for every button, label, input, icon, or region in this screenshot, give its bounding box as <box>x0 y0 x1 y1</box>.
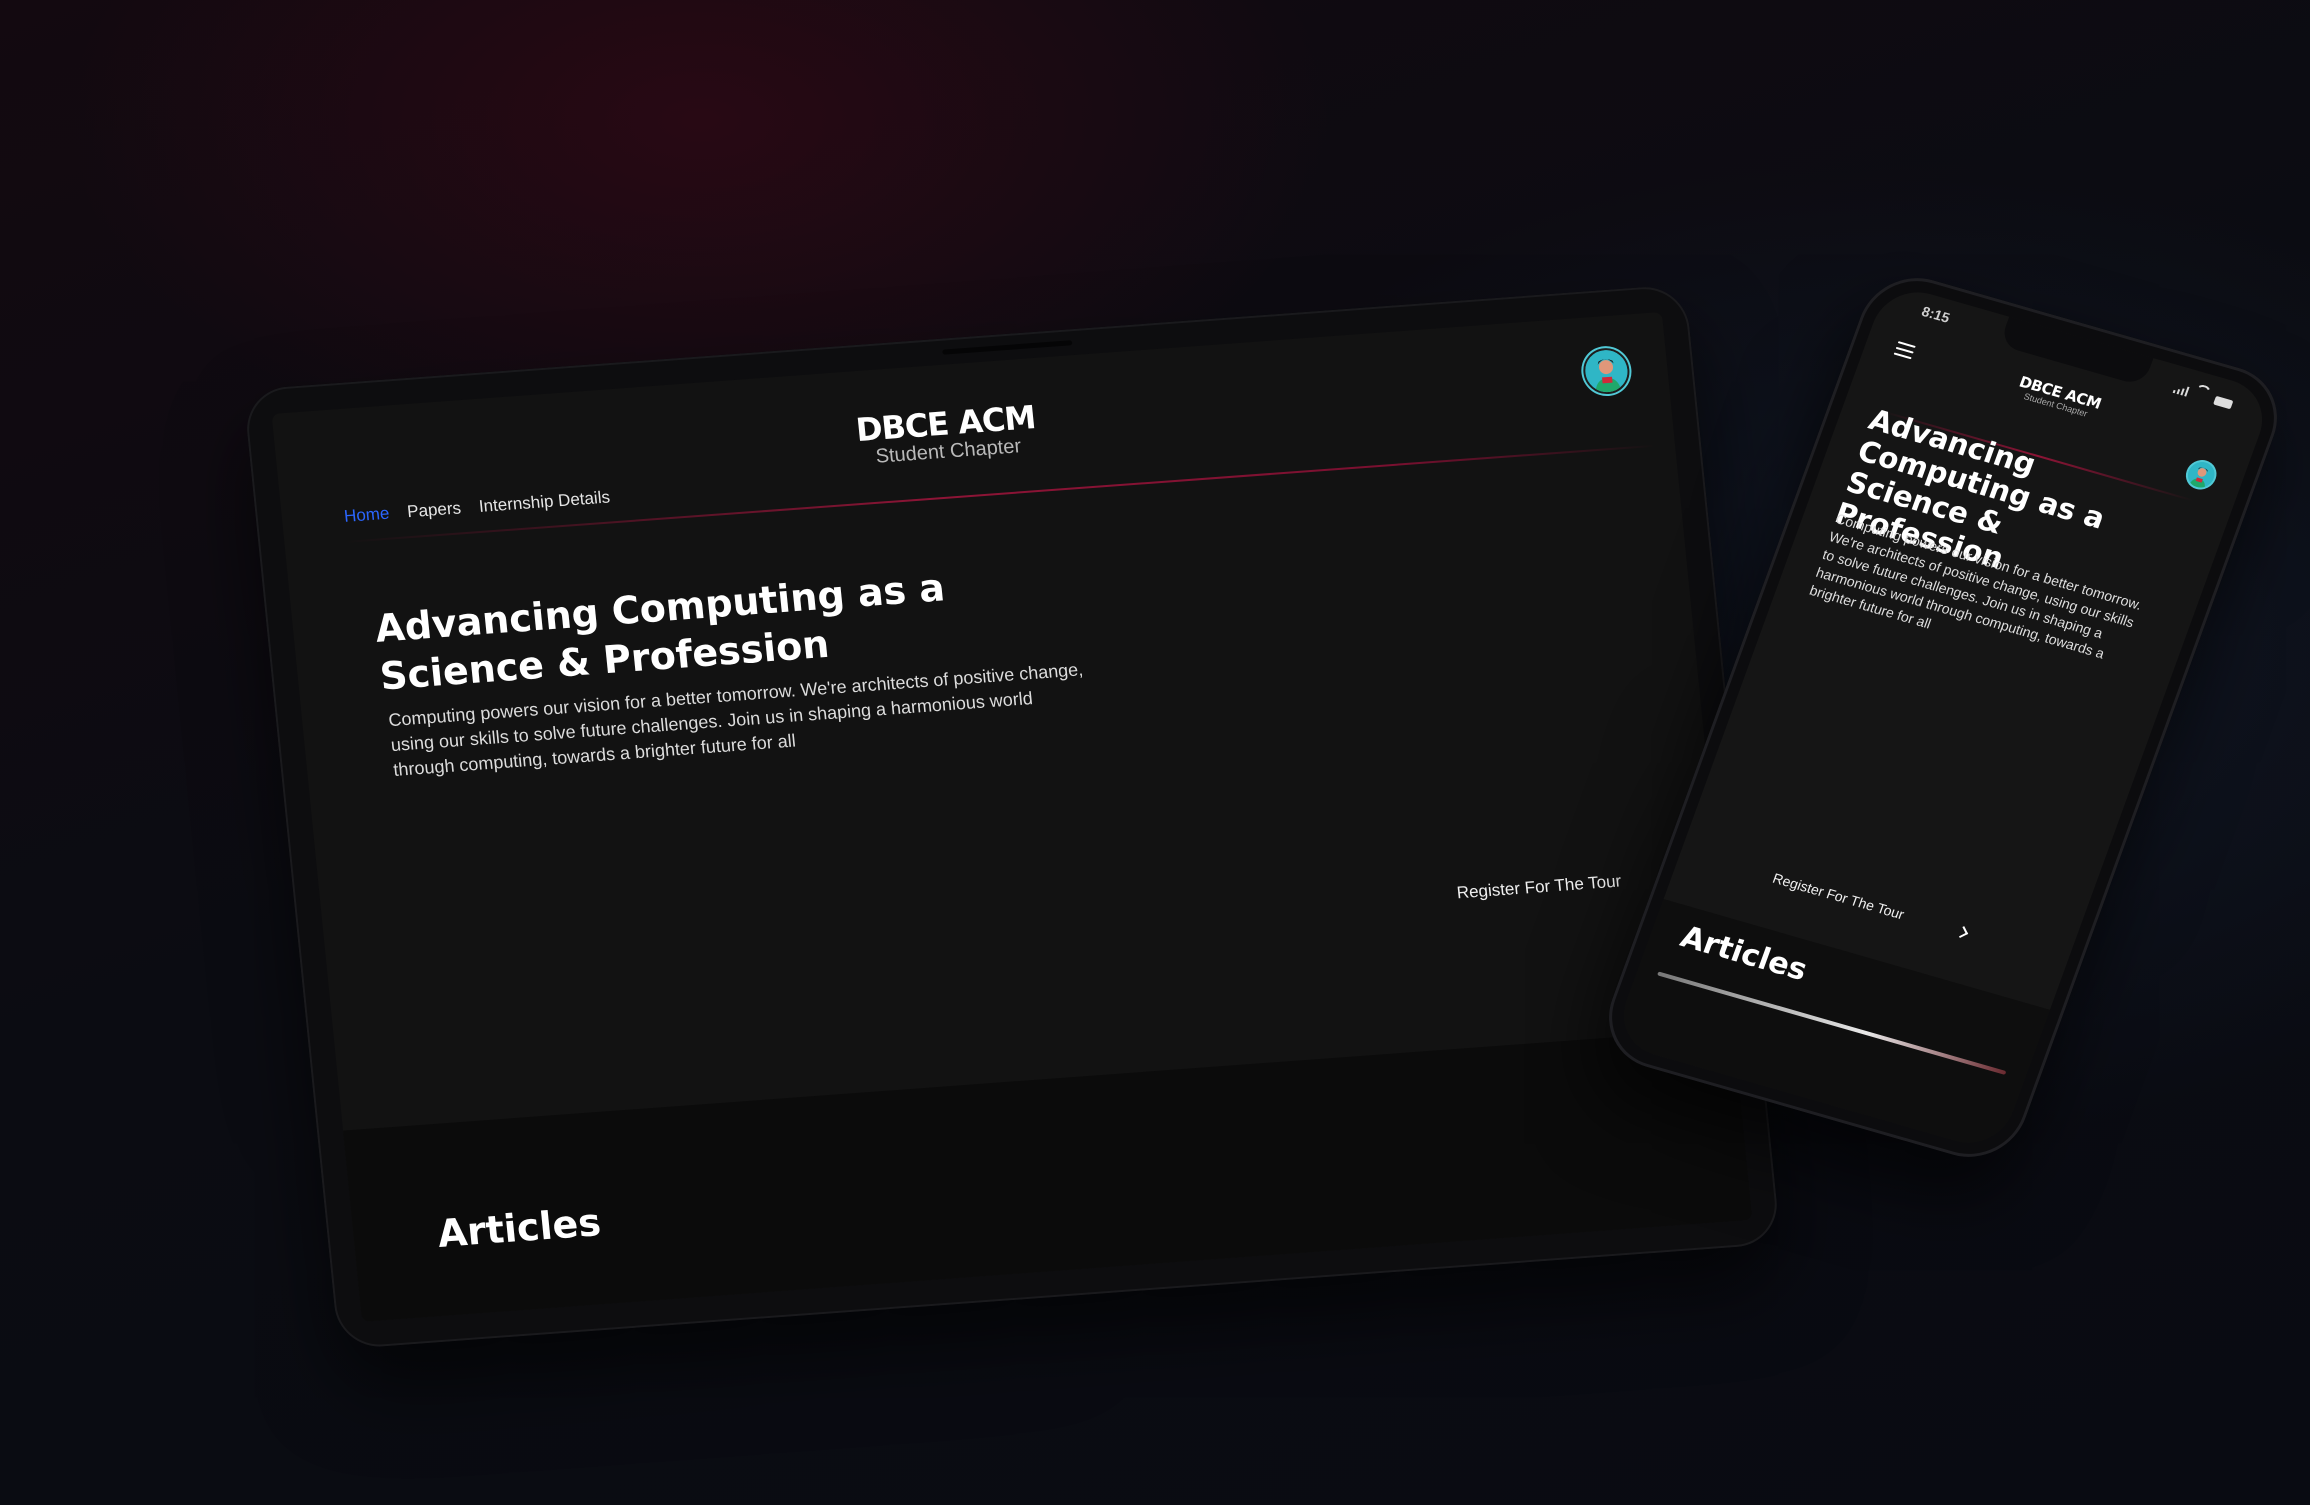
phone-brand-logo[interactable]: DBCE ACM Student Chapter <box>2006 370 2111 423</box>
avatar-icon <box>2187 462 2215 490</box>
status-time: 8:15 <box>1919 303 1953 326</box>
avatar-icon <box>1585 350 1628 393</box>
phone-avatar[interactable] <box>2184 458 2219 491</box>
avatar[interactable] <box>1581 346 1632 396</box>
phone-register-tour-button[interactable]: Register For The Tour <box>1771 870 1969 940</box>
nav-item-home[interactable]: Home <box>343 504 390 527</box>
nav-item-papers[interactable]: Papers <box>406 498 462 522</box>
top-nav: Home Papers Internship Details <box>343 487 611 526</box>
register-tour-label: Register For The Tour <box>1455 871 1623 903</box>
hamburger-menu-icon[interactable] <box>1892 341 1916 363</box>
battery-icon <box>2213 395 2234 410</box>
status-icons <box>2172 378 2236 410</box>
wifi-icon <box>2191 383 2213 403</box>
brand-logo[interactable]: DBCE ACM Student Chapter <box>834 397 1059 472</box>
tablet-device: Home Papers Internship Details DBCE ACM … <box>243 284 1781 1350</box>
nav-item-internship-details[interactable]: Internship Details <box>478 487 611 517</box>
phone-register-tour-label: Register For The Tour <box>1770 869 1907 923</box>
chevron-right-icon <box>1955 925 1968 938</box>
tablet-screen: Home Papers Internship Details DBCE ACM … <box>271 311 1753 1322</box>
signal-icon <box>2172 383 2190 397</box>
